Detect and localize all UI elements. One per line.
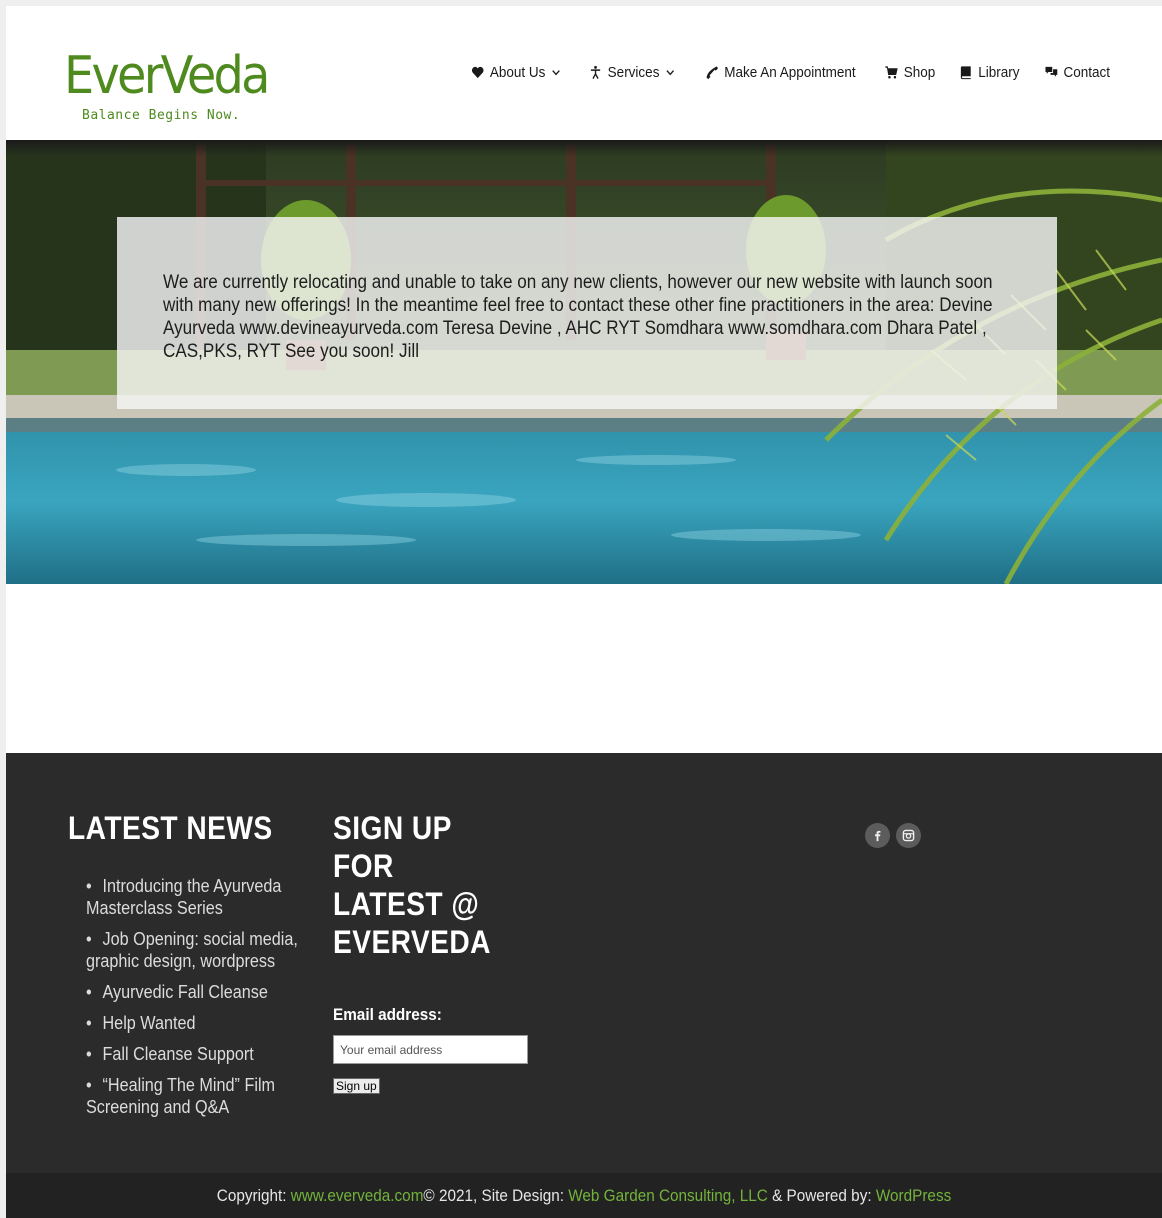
list-item: • Ayurvedic Fall Cleanse (86, 981, 309, 1003)
nav-item-contact[interactable]: Contact (1045, 64, 1110, 81)
heart-icon (471, 65, 485, 80)
newsletter-signup-widget: SIGN UP FOR LATEST @ EVERVEDA Email addr… (333, 809, 593, 1094)
powered-by-text: & Powered by: (767, 1185, 876, 1205)
bullet: • (86, 1044, 92, 1064)
latest-news-widget: LATEST NEWS • Introducing the Ayurveda Ma… (68, 809, 318, 1127)
site-header: EverVeda Balance Begins Now. About Us Se… (6, 6, 1162, 140)
nav-item-shop[interactable]: Shop (885, 64, 936, 81)
chat-icon (1045, 65, 1059, 80)
news-link[interactable]: Job Opening: social media, graphic desig… (86, 929, 298, 971)
site-design-link[interactable]: Web Garden Consulting, LLC (568, 1186, 768, 1205)
bullet: • (86, 1075, 92, 1095)
bullet: • (86, 1013, 92, 1033)
relocation-notice-text: We are currently relocating and unable t… (163, 272, 993, 362)
copyright-bar: Copyright: www.everveda.com© 2021, Site … (6, 1173, 1162, 1218)
nav-label: Make An Appointment (724, 64, 857, 81)
logo-wordmark: EverVeda (64, 46, 270, 106)
signup-title: SIGN UP FOR LATEST @ EVERVEDA (333, 810, 491, 960)
nav-item-about-us[interactable]: About Us (471, 64, 561, 81)
nav-label: Services (607, 64, 660, 81)
list-item: • Fall Cleanse Support (86, 1043, 309, 1065)
news-link[interactable]: Ayurvedic Fall Cleanse (102, 982, 267, 1002)
email-input[interactable] (333, 1035, 528, 1064)
list-item: • Introducing the Ayurveda Masterclass Se… (86, 875, 309, 919)
cart-icon (885, 65, 899, 80)
hero-banner: We are currently relocating and unable t… (6, 140, 1162, 584)
copyright-prefix: Copyright: (216, 1185, 291, 1205)
sign-up-button[interactable]: Sign up (333, 1078, 380, 1094)
notice-panel: We are currently relocating and unable t… (117, 217, 1057, 409)
nav-label: Contact (1063, 64, 1111, 81)
bullet: • (86, 876, 92, 896)
nav-label: Library (978, 64, 1020, 81)
person-icon (589, 65, 603, 80)
page: EverVeda Balance Begins Now. About Us Se… (6, 6, 1162, 1218)
facebook-icon[interactable] (865, 823, 890, 848)
bullet: • (86, 929, 92, 949)
social-links (865, 823, 921, 848)
nav-label: Shop (904, 64, 936, 81)
hero-top-shadow (6, 140, 1162, 156)
email-label: Email address: (333, 1005, 442, 1024)
news-link[interactable]: Help Wanted (102, 1013, 195, 1033)
book-icon (960, 65, 974, 80)
wordpress-link[interactable]: WordPress (876, 1186, 951, 1205)
copyright-text: Copyright: www.everveda.com© 2021, Site … (217, 1186, 951, 1206)
chevron-down-icon (665, 67, 675, 78)
main-nav: About Us Services Make An Appointment Sh… (466, 64, 1114, 81)
news-list: • Introducing the Ayurveda Masterclass Se… (68, 875, 318, 1118)
nav-item-services[interactable]: Services (589, 64, 675, 81)
list-item: • Job Opening: social media, graphic desi… (86, 928, 309, 972)
latest-news-title: LATEST NEWS (68, 810, 273, 846)
copyright-middle: © 2021, Site Design: (423, 1185, 569, 1205)
chevron-down-icon (551, 67, 561, 78)
list-item: • Help Wanted (86, 1012, 309, 1034)
instagram-icon[interactable] (896, 823, 921, 848)
site-link[interactable]: www.everveda.com (291, 1186, 424, 1205)
phone-icon (706, 65, 720, 80)
site-footer: LATEST NEWS • Introducing the Ayurveda Ma… (6, 753, 1162, 1173)
logo-tagline: Balance Begins Now. (82, 108, 241, 123)
nav-item-library[interactable]: Library (960, 64, 1020, 81)
news-link[interactable]: Fall Cleanse Support (102, 1044, 253, 1064)
news-link[interactable]: “Healing The Mind” Film Screening and Q&… (86, 1075, 275, 1117)
nav-item-make-appointment[interactable]: Make An Appointment (706, 64, 856, 81)
site-logo[interactable]: EverVeda Balance Begins Now. (64, 46, 284, 130)
list-item: • “Healing The Mind” Film Screening and Q… (86, 1074, 309, 1118)
news-link[interactable]: Introducing the Ayurveda Masterclass Ser… (86, 876, 281, 918)
nav-label: About Us (490, 64, 546, 81)
bullet: • (86, 982, 92, 1002)
